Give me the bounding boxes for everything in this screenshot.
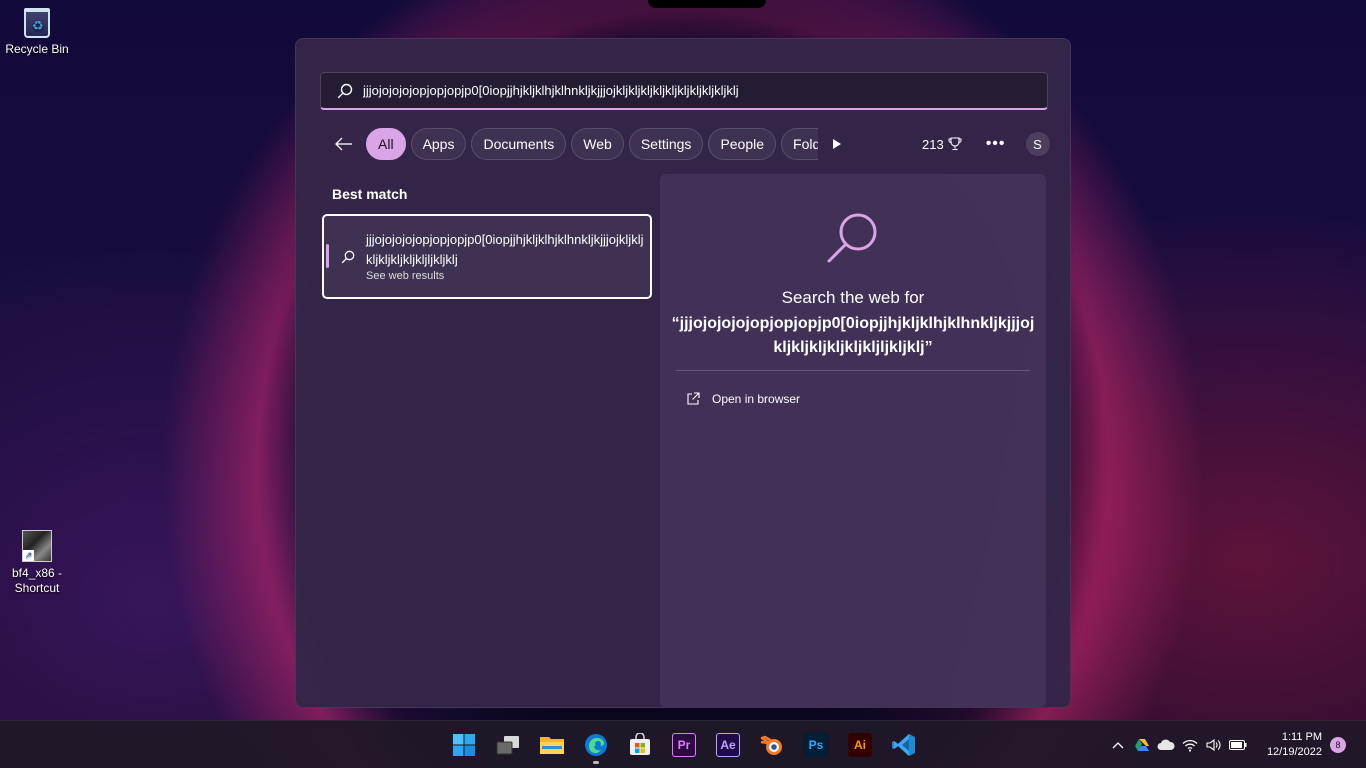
best-match-heading: Best match	[332, 186, 408, 202]
vscode-button[interactable]	[882, 721, 926, 768]
play-right-icon	[833, 139, 841, 149]
search-icon	[337, 83, 353, 98]
premiere-label: Pr	[677, 738, 691, 752]
search-input[interactable]: jjjojojojojopjopjopjp0[0iopjjhjkljklhjkl…	[320, 72, 1048, 110]
store-button[interactable]	[618, 721, 662, 768]
battery-tray[interactable]	[1226, 740, 1250, 750]
photoshop-label: Ps	[808, 738, 824, 752]
scroll-filters-button[interactable]	[824, 130, 850, 158]
blender-icon	[760, 735, 782, 755]
vscode-icon	[892, 734, 915, 756]
google-drive-tray[interactable]	[1130, 738, 1154, 752]
avatar[interactable]: S	[1025, 132, 1050, 156]
external-link-icon	[687, 392, 700, 405]
taskbar-apps: Pr Ae Ps Ai	[442, 721, 926, 768]
best-match-subtitle: See web results	[366, 270, 445, 282]
filter-chips: All Apps Documents Web Settings People F…	[366, 128, 818, 160]
search-panel: jjjojojojojopjopjopjp0[0iopjjhjkljklhjkl…	[295, 38, 1071, 708]
selection-indicator	[326, 244, 329, 268]
onedrive-tray[interactable]	[1154, 739, 1178, 751]
illustrator-button[interactable]: Ai	[838, 721, 882, 768]
desktop-icon-bf4-shortcut[interactable]: ↗ bf4_x86 - Shortcut	[0, 530, 74, 596]
after-effects-button[interactable]: Ae	[706, 721, 750, 768]
back-button[interactable]	[330, 130, 358, 158]
show-hidden-icons-button[interactable]	[1106, 741, 1130, 749]
cloud-icon	[1157, 739, 1175, 750]
photoshop-icon: Ps	[804, 733, 828, 757]
premiere-icon: Pr	[672, 733, 696, 757]
open-in-browser-action[interactable]: Open in browser	[686, 392, 800, 406]
chevron-up-icon	[1112, 742, 1124, 749]
task-view-button[interactable]	[486, 721, 530, 768]
desktop-icon-label: Recycle Bin	[5, 42, 69, 56]
system-tray: 1:11 PM 12/19/2022 8	[1106, 721, 1366, 768]
edge-button[interactable]	[574, 721, 618, 768]
edge-icon	[585, 734, 607, 756]
illustrator-icon: Ai	[848, 733, 872, 757]
illustrator-label: Ai	[854, 738, 866, 752]
filter-chip-all[interactable]: All	[366, 128, 406, 160]
arrow-left-icon	[335, 137, 352, 151]
desktop-icon-recycle-bin[interactable]: ♻ Recycle Bin	[0, 8, 74, 57]
preview-pane: Search the web for “jjjojojojojopjopjopj…	[660, 174, 1046, 707]
preview-query: “jjjojojojojopjopjopjp0[0iopjjhjkljklhjk…	[671, 315, 1035, 356]
preview-title: Search the web for	[781, 288, 925, 307]
more-options-button[interactable]: •••	[986, 135, 1006, 153]
filter-chip-settings[interactable]: Settings	[628, 128, 704, 160]
filter-bar: All Apps Documents Web Settings People F…	[330, 127, 1050, 161]
best-match-result[interactable]: jjjojojojojopjopjopjp0[0iopjjhjkljklhjkl…	[322, 214, 652, 299]
wifi-icon	[1182, 739, 1198, 752]
wifi-tray[interactable]	[1178, 739, 1202, 752]
filter-chip-folders[interactable]: Folde	[781, 128, 818, 160]
filter-chip-documents[interactable]: Documents	[471, 128, 567, 160]
after-effects-label: Ae	[720, 738, 736, 752]
google-drive-icon	[1135, 739, 1149, 751]
search-query-text: jjjojojojojopjopjopjp0[0iopjjhjkljklhjkl…	[363, 83, 739, 98]
after-effects-icon: Ae	[716, 733, 740, 757]
open-in-browser-label: Open in browser	[712, 392, 801, 406]
camera-notch	[648, 0, 766, 8]
blender-button[interactable]	[750, 721, 794, 768]
file-explorer-button[interactable]	[530, 721, 574, 768]
clock[interactable]: 1:11 PM 12/19/2022	[1256, 730, 1322, 760]
filter-chip-people[interactable]: People	[708, 128, 777, 160]
divider	[676, 370, 1030, 371]
best-match-title: jjjojojojojopjopjopjp0[0iopjjhjkljklhjkl…	[366, 232, 644, 267]
task-view-icon	[496, 736, 519, 755]
filter-chip-apps[interactable]: Apps	[410, 128, 467, 160]
notification-badge[interactable]: 8	[1330, 737, 1346, 753]
photoshop-button[interactable]: Ps	[794, 721, 838, 768]
clock-time: 1:11 PM	[1281, 731, 1322, 743]
start-icon	[453, 734, 475, 756]
game-shortcut-icon: ↗	[22, 530, 52, 562]
start-button[interactable]	[442, 721, 486, 768]
trophy-icon	[948, 137, 962, 151]
desktop-icon-label: bf4_x86 - Shortcut	[11, 566, 63, 595]
taskbar: Pr Ae Ps Ai 1:11 PM 12/19/2022 8	[0, 720, 1366, 768]
file-explorer-icon	[540, 737, 564, 754]
search-large-icon	[827, 213, 877, 263]
store-icon	[630, 733, 650, 755]
running-indicator	[593, 761, 599, 764]
speaker-icon	[1206, 738, 1221, 752]
battery-icon	[1229, 740, 1247, 750]
clock-date: 12/19/2022	[1266, 746, 1322, 758]
rewards-points[interactable]: 213	[922, 137, 962, 152]
rewards-points-value: 213	[922, 136, 944, 152]
recycle-bin-icon: ♻	[24, 8, 50, 38]
filter-chip-web[interactable]: Web	[571, 128, 624, 160]
volume-tray[interactable]	[1202, 738, 1226, 752]
premiere-button[interactable]: Pr	[662, 721, 706, 768]
search-icon	[341, 250, 355, 264]
